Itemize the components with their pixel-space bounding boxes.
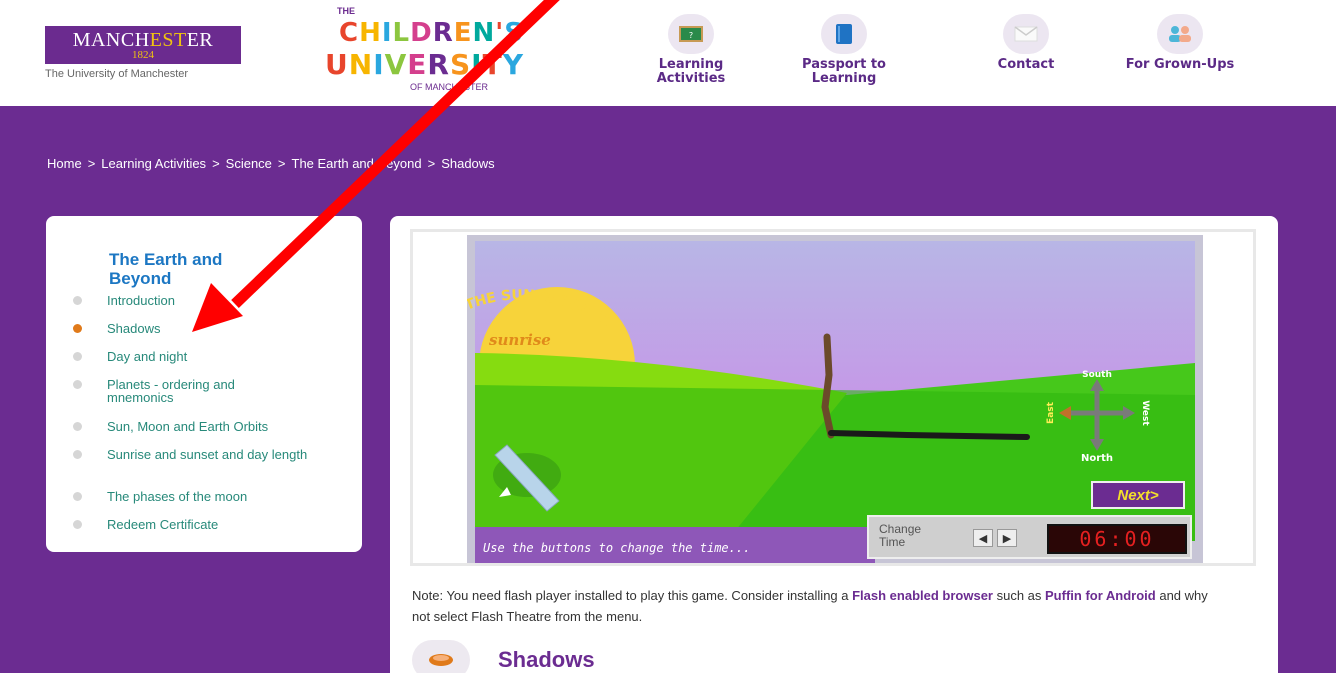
blackboard-icon: ? (668, 14, 714, 54)
sidebar-bullet (73, 380, 82, 389)
flash-note: Note: You need flash player installed to… (412, 585, 1212, 627)
sidebar-item-introduction[interactable]: Introduction (107, 294, 337, 307)
childrens-university-logo[interactable]: THE CHILDREN'S UNIVERSITY OF MANCHESTER (325, 6, 535, 94)
flash-game-frame: sunrise THE SUN IS TOO TI South (410, 229, 1256, 566)
stick-shadow (828, 430, 1030, 440)
page: MANCHESTER 1824 The University of Manche… (0, 0, 1336, 673)
cu-logo-word1: CHILDREN'S (339, 18, 524, 48)
svg-text:?: ? (689, 31, 693, 40)
shadow-disc-icon (412, 640, 470, 673)
svg-text:North: North (1081, 453, 1113, 464)
nav-passport-to-learning[interactable]: Passport to Learning (794, 14, 894, 86)
sidebar-bullet (73, 450, 82, 459)
breadcrumb-separator: > (212, 156, 220, 171)
sidebar-bullet (73, 520, 82, 529)
breadcrumb-current: Shadows (441, 156, 495, 171)
uom-logo-name: MANCHESTER (72, 29, 214, 51)
cu-logo-word2: UNIVERSITY (325, 48, 524, 81)
svg-text:West: West (1140, 400, 1150, 426)
sidebar-bullet-active (73, 324, 82, 333)
nav-label: Contact (997, 57, 1055, 72)
sidebar-bullet (73, 296, 82, 305)
sidebar-item-redeem-certificate[interactable]: Redeem Certificate (107, 518, 337, 531)
site-header: MANCHESTER 1824 The University of Manche… (0, 0, 1336, 106)
uom-logo-year: 1824 (132, 49, 154, 61)
sidebar-item-shadows[interactable]: Shadows (107, 322, 337, 335)
game-scene: sunrise THE SUN IS TOO TI South (467, 241, 1195, 563)
sidebar-item-orbits[interactable]: Sun, Moon and Earth Orbits (107, 420, 337, 433)
cu-logo-of: OF MANCHESTER (410, 82, 489, 92)
sun-label: sunrise (489, 331, 551, 349)
shadows-game[interactable]: sunrise THE SUN IS TOO TI South (467, 235, 1203, 563)
breadcrumb-home[interactable]: Home (47, 156, 82, 171)
university-of-manchester-logo[interactable]: MANCHESTER 1824 The University of Manche… (45, 26, 241, 80)
sidebar-item-day-and-night[interactable]: Day and night (107, 350, 337, 363)
svg-text:East: East (1046, 401, 1056, 424)
flash-browser-link[interactable]: Flash enabled browser (852, 588, 993, 603)
book-icon (821, 14, 867, 54)
sidebar-item-sunrise-sunset[interactable]: Sunrise and sunset and day length (107, 448, 327, 461)
change-time-label: Change Time (879, 522, 922, 549)
main-content: sunrise THE SUN IS TOO TI South (390, 216, 1278, 673)
breadcrumb-earth-and-beyond[interactable]: The Earth and Beyond (292, 156, 422, 171)
sidebar-item-phases-of-moon[interactable]: The phases of the moon (107, 490, 337, 503)
breadcrumb-separator: > (277, 156, 286, 171)
game-hint-text: Use the buttons to change the time... (483, 541, 751, 555)
sidebar-bullet (73, 352, 82, 361)
nav-for-grown-ups[interactable]: For Grown-Ups (1120, 14, 1240, 72)
breadcrumb-learning-activities[interactable]: Learning Activities (101, 156, 206, 171)
envelope-icon (1003, 14, 1049, 54)
nav-contact[interactable]: Contact (986, 14, 1066, 72)
svg-text:South: South (1082, 370, 1112, 380)
next-button[interactable]: Next> (1091, 481, 1185, 509)
note-text: Note: You need flash player installed to… (412, 588, 853, 603)
nav-label: For Grown-Ups (1125, 57, 1235, 72)
time-display: 06:00 (1047, 524, 1187, 554)
note-text: such as (992, 588, 1046, 603)
nav-label: Passport to Learning (802, 57, 886, 86)
puffin-link[interactable]: Puffin for Android (1045, 588, 1156, 603)
breadcrumb-separator: > (427, 156, 436, 171)
breadcrumb: Home > Learning Activities > Science > T… (47, 156, 495, 171)
cu-logo-the: THE (337, 6, 355, 16)
time-back-button[interactable]: ◀ (973, 529, 993, 547)
uom-logo-box: MANCHESTER 1824 (45, 26, 241, 64)
sidebar-bullet (73, 492, 82, 501)
sidebar-bullet (73, 422, 82, 431)
nav-learning-activities[interactable]: ? Learning Activities (641, 14, 741, 86)
sidebar-item-planets[interactable]: Planets - ordering and mnemonics (107, 378, 297, 404)
section-header: Shadows (412, 640, 595, 673)
time-forward-button[interactable]: ▶ (997, 529, 1017, 547)
nav-label: Learning Activities (656, 57, 726, 86)
stick (821, 333, 835, 439)
sidebar: The Earth and Beyond Introduction Shadow… (46, 216, 362, 552)
sidebar-title[interactable]: The Earth and Beyond (109, 250, 289, 288)
uom-logo-subtitle: The University of Manchester (45, 68, 189, 80)
time-control: Change Time ◀ ▶ 06:00 (867, 515, 1192, 559)
breadcrumb-separator: > (87, 156, 96, 171)
section-title: Shadows (498, 647, 595, 672)
breadcrumb-science[interactable]: Science (226, 156, 272, 171)
people-icon (1157, 14, 1203, 54)
